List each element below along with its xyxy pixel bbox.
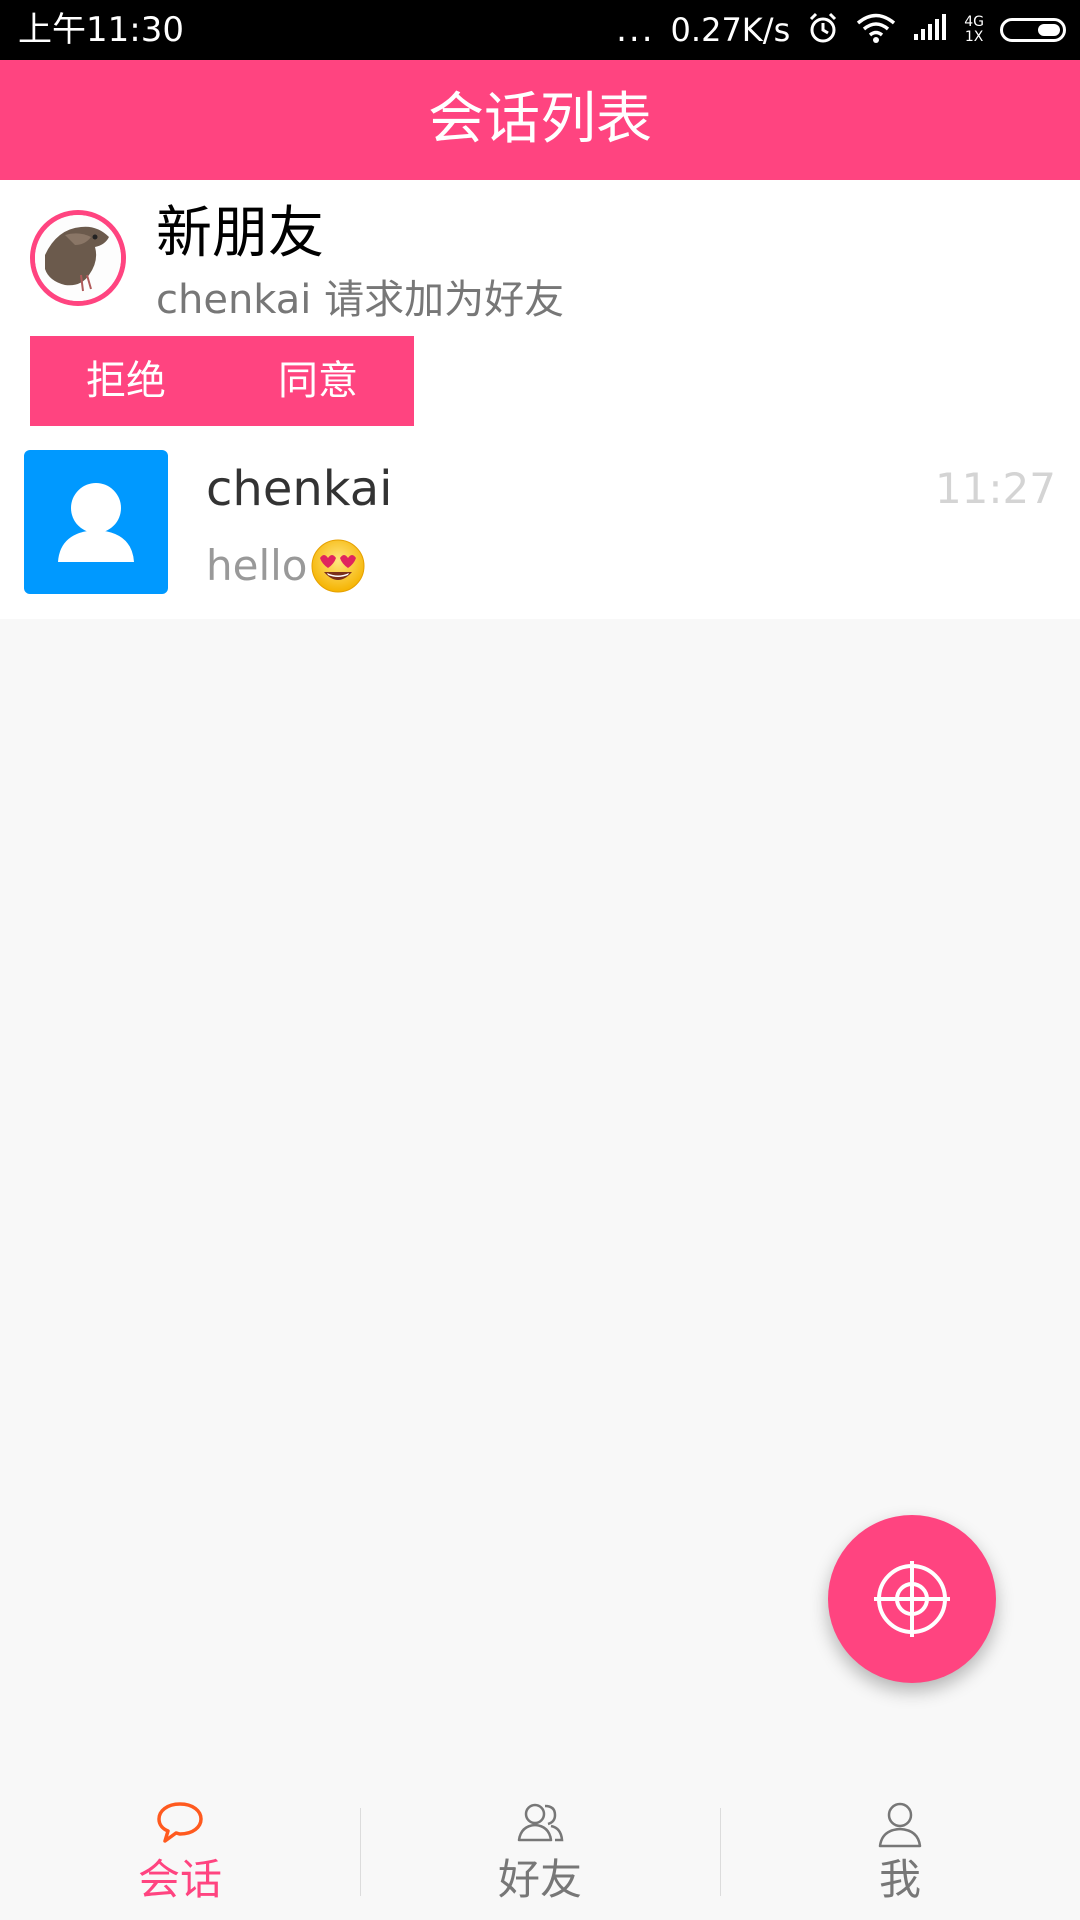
network-type-top: 4G bbox=[964, 14, 984, 30]
conversation-item[interactable]: chenkai 11:27 hello bbox=[0, 435, 1080, 619]
new-friend-request: 新朋友 chenkai 请求加为好友 拒绝 同意 bbox=[0, 180, 1080, 435]
signal-icon bbox=[912, 14, 948, 46]
page-title: 会话列表 bbox=[428, 87, 652, 152]
friends-icon bbox=[515, 1800, 565, 1850]
last-message: hello bbox=[206, 535, 366, 597]
network-speed: 0.27K/s bbox=[670, 11, 791, 49]
status-bar: 上午11:30 ... 0.27K/s 4G 1X bbox=[0, 0, 1080, 60]
last-message-text: hello bbox=[206, 541, 308, 590]
heart-eyes-emoji-icon bbox=[310, 538, 366, 594]
nav-item-chats[interactable]: 会话 bbox=[0, 1780, 360, 1920]
nav-item-me[interactable]: 我 bbox=[720, 1780, 1080, 1920]
network-type: 4G 1X bbox=[964, 15, 984, 45]
nav-item-friends[interactable]: 好友 bbox=[360, 1780, 720, 1920]
battery-icon bbox=[1000, 18, 1066, 42]
message-time: 11:27 bbox=[934, 464, 1056, 513]
crosshair-icon bbox=[874, 1561, 950, 1637]
reject-button[interactable]: 拒绝 bbox=[30, 336, 222, 426]
network-type-bottom: 1X bbox=[964, 29, 984, 45]
nav-label-chats: 会话 bbox=[137, 1855, 222, 1904]
alarm-icon bbox=[806, 11, 840, 49]
bird-photo-icon bbox=[35, 215, 121, 301]
wifi-icon bbox=[856, 12, 896, 48]
accept-button[interactable]: 同意 bbox=[222, 336, 414, 426]
bottom-navigation: 会话 好友 我 bbox=[0, 1780, 1080, 1920]
status-right: ... 0.27K/s 4G 1X bbox=[616, 6, 1066, 54]
status-time: 上午11:30 bbox=[18, 10, 184, 50]
floating-action-button[interactable] bbox=[828, 1515, 996, 1683]
new-friend-title: 新朋友 bbox=[156, 201, 324, 266]
status-dots: ... bbox=[616, 10, 655, 50]
contact-avatar bbox=[24, 450, 168, 594]
default-user-avatar-icon bbox=[58, 483, 134, 562]
new-friend-avatar[interactable] bbox=[30, 210, 126, 306]
chat-bubble-icon bbox=[155, 1800, 205, 1850]
nav-label-me: 我 bbox=[878, 1855, 921, 1904]
friend-request-actions: 拒绝 同意 bbox=[30, 336, 414, 426]
user-icon bbox=[875, 1800, 925, 1854]
contact-name: chenkai bbox=[206, 461, 393, 517]
nav-label-friends: 好友 bbox=[497, 1855, 582, 1904]
new-friend-subtitle: chenkai 请求加为好友 bbox=[156, 277, 565, 323]
app-bar: 会话列表 bbox=[0, 60, 1080, 180]
